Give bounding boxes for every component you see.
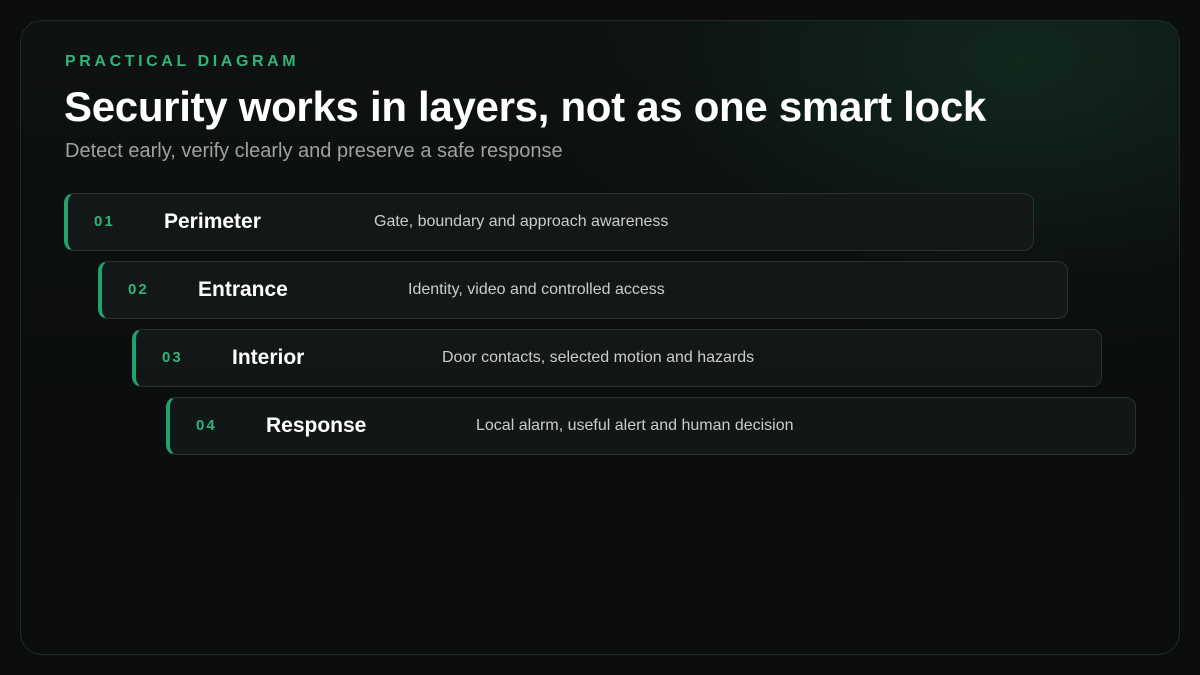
layer-entrance: 02 Entrance Identity, video and controll…: [98, 261, 1068, 319]
layer-interior: 03 Interior Door contacts, selected moti…: [132, 329, 1102, 387]
layer-stack: 01 Perimeter Gate, boundary and approach…: [21, 21, 1179, 654]
layer-response: 04 Response Local alarm, useful alert an…: [166, 397, 1136, 455]
layer-number: 02: [128, 281, 149, 298]
layer-name: Response: [266, 414, 367, 437]
layer-description: Gate, boundary and approach awareness: [374, 213, 669, 230]
layer-description: Door contacts, selected motion and hazar…: [442, 349, 755, 366]
layer-name: Entrance: [198, 278, 288, 301]
layer-number: 01: [94, 213, 115, 230]
layer-name: Perimeter: [164, 210, 261, 233]
layer-description: Identity, video and controlled access: [408, 281, 665, 298]
layer-description: Local alarm, useful alert and human deci…: [476, 417, 794, 434]
layer-number: 03: [162, 349, 183, 366]
layer-perimeter: 01 Perimeter Gate, boundary and approach…: [64, 193, 1034, 251]
layer-number: 04: [196, 417, 217, 434]
layer-name: Interior: [232, 346, 305, 369]
slide-card: PRACTICAL DIAGRAM Security works in laye…: [20, 20, 1180, 655]
